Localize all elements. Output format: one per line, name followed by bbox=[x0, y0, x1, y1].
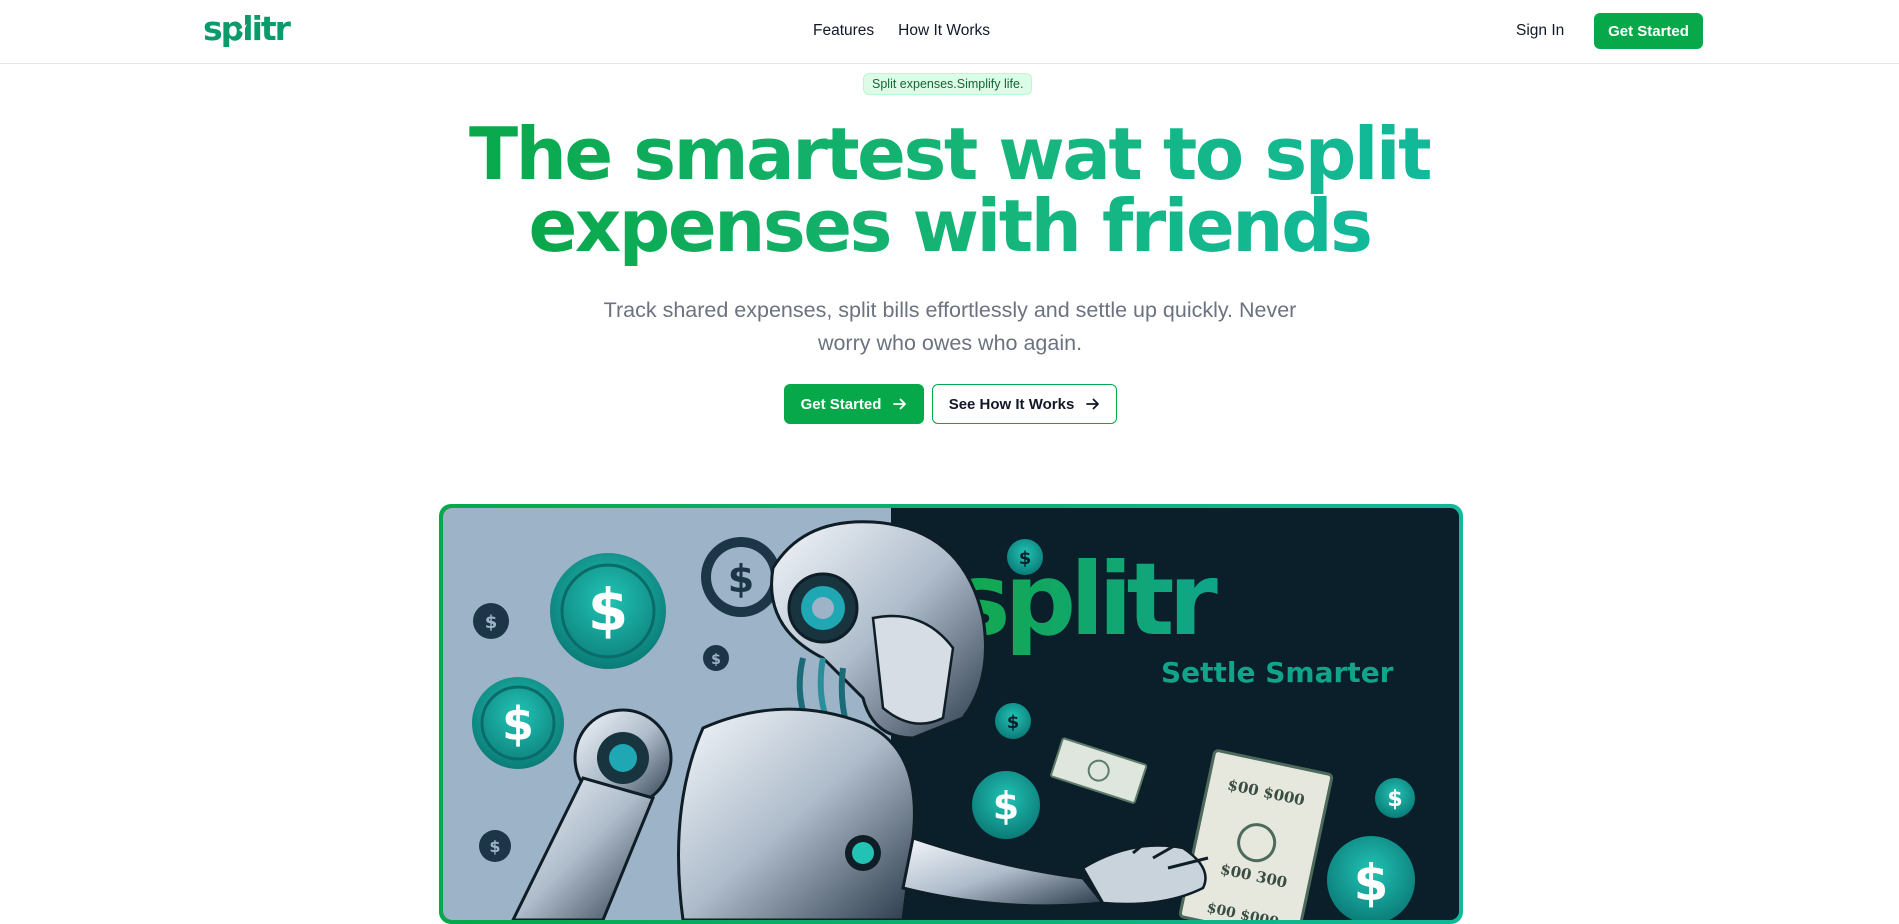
svg-text:$: $ bbox=[588, 576, 628, 644]
svg-text:splitr: splitr bbox=[203, 10, 292, 48]
sign-in-link[interactable]: Sign In bbox=[1516, 22, 1564, 40]
coin-icon: $ bbox=[972, 771, 1040, 839]
coin-icon: $ bbox=[1375, 778, 1415, 818]
coin-icon: $ bbox=[473, 603, 509, 639]
svg-text:$: $ bbox=[993, 784, 1019, 828]
coin-icon: $ bbox=[1327, 836, 1415, 920]
illustration-logo-text: splitr bbox=[951, 541, 1218, 658]
svg-text:$: $ bbox=[485, 612, 498, 633]
brand-logo[interactable]: splitr bbox=[203, 9, 295, 52]
nav-get-started-button[interactable]: Get Started bbox=[1594, 13, 1703, 49]
coin-icon: $ bbox=[703, 645, 729, 671]
hero-get-started-button[interactable]: Get Started bbox=[784, 384, 924, 424]
splitr-logo-icon: splitr bbox=[203, 9, 294, 48]
top-navbar: splitr Features How It Works Sign In Get… bbox=[0, 0, 1899, 64]
svg-text:$: $ bbox=[1007, 712, 1020, 733]
coin-icon: $ bbox=[995, 703, 1031, 739]
svg-text:$: $ bbox=[502, 697, 534, 751]
headline-line-2: expenses with friends bbox=[528, 184, 1373, 268]
see-how-it-works-button[interactable]: See How It Works bbox=[932, 384, 1117, 424]
hero-subtext: Track shared expenses, split bills effor… bbox=[603, 298, 1297, 355]
see-how-it-works-label: See How It Works bbox=[948, 395, 1075, 413]
coin-icon: $ bbox=[479, 830, 511, 862]
nav-link-how-it-works[interactable]: How It Works bbox=[898, 22, 990, 40]
arrow-right-icon bbox=[893, 398, 907, 410]
hero-get-started-label: Get Started bbox=[800, 395, 882, 413]
svg-text:$: $ bbox=[1387, 787, 1402, 812]
hero-badge: Split expenses.Simplify life. bbox=[863, 73, 1033, 95]
hero-illustration: $ $ $ $ $ $ $ $ $ $ $ splitr Settle Smar… bbox=[443, 508, 1459, 920]
svg-text:$: $ bbox=[711, 652, 721, 668]
illustration-tagline: Settle Smarter bbox=[1161, 656, 1394, 689]
robot-money-illustration: $ $ $ $ $ $ $ $ $ $ $ splitr Settle Smar… bbox=[443, 508, 1459, 920]
coin-icon: $ bbox=[472, 677, 564, 769]
hero-headline: The smartest wat to split expenses with … bbox=[0, 118, 1899, 262]
svg-text:$: $ bbox=[489, 837, 500, 856]
arrow-right-icon bbox=[1086, 398, 1100, 410]
svg-text:$: $ bbox=[1354, 854, 1389, 912]
coin-icon: $ bbox=[550, 553, 666, 669]
svg-text:$: $ bbox=[728, 557, 754, 601]
coin-icon: $ bbox=[701, 537, 781, 617]
nav-link-features[interactable]: Features bbox=[813, 22, 874, 40]
nav-links: Features How It Works bbox=[813, 22, 990, 40]
hero-image-frame: $ $ $ $ $ $ $ $ $ $ $ splitr Settle Smar… bbox=[439, 504, 1463, 924]
